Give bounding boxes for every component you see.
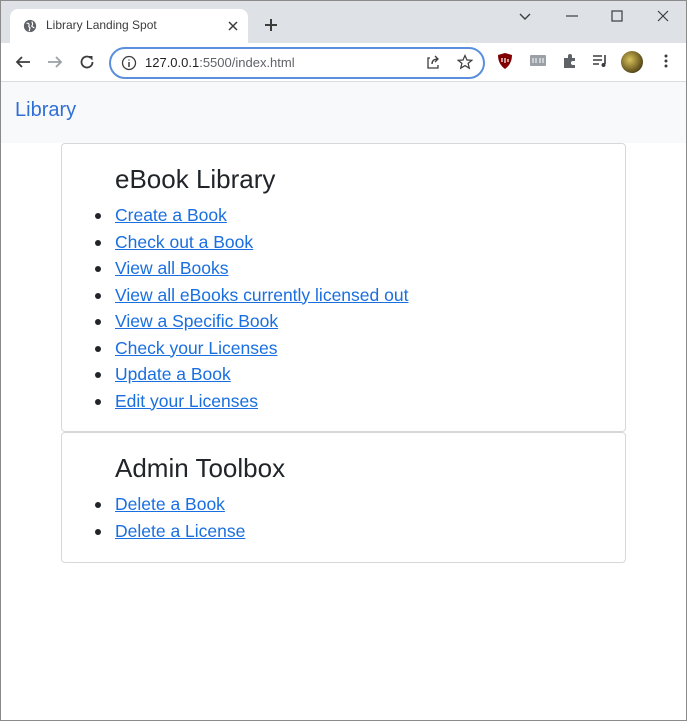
globe-icon xyxy=(23,19,37,33)
view-all-books-link[interactable]: View all Books xyxy=(115,258,229,278)
navbar-brand-link[interactable]: Library xyxy=(15,99,76,122)
list-item: Delete a Book xyxy=(94,493,245,520)
delete-book-link[interactable]: Delete a Book xyxy=(115,494,225,514)
admin-links-list: Delete a Book Delete a License xyxy=(94,493,245,547)
browser-window: Library Landing Spot 127.0.0.1:5500/inde… xyxy=(0,0,687,721)
url-host: 127.0.0.1 xyxy=(145,55,200,70)
list-item: Create a Book xyxy=(94,204,408,231)
close-tab-icon[interactable] xyxy=(226,19,240,33)
site-info-icon[interactable] xyxy=(121,55,137,71)
tab-strip: Library Landing Spot xyxy=(1,1,686,43)
admin-toolbox-card: Admin Toolbox Delete a Book Delete a Lic… xyxy=(61,432,626,563)
list-item: View all eBooks currently licensed out xyxy=(94,284,408,311)
list-item: View all Books xyxy=(94,257,408,284)
list-item: Delete a License xyxy=(94,520,245,547)
more-menu-icon[interactable] xyxy=(657,52,675,70)
forward-arrow-icon[interactable] xyxy=(46,53,64,71)
list-item: View a Specific Book xyxy=(94,310,408,337)
browser-tab[interactable]: Library Landing Spot xyxy=(10,9,248,43)
create-book-link[interactable]: Create a Book xyxy=(115,205,227,225)
check-out-book-link[interactable]: Check out a Book xyxy=(115,232,253,252)
list-item: Update a Book xyxy=(94,363,408,390)
check-licenses-link[interactable]: Check your Licenses xyxy=(115,338,277,358)
close-window-icon[interactable] xyxy=(654,7,672,25)
browser-toolbar: 127.0.0.1:5500/index.html xyxy=(1,43,686,82)
url-path: :5500/index.html xyxy=(199,55,295,70)
url-text: 127.0.0.1:5500/index.html xyxy=(145,55,295,70)
card-title: eBook Library xyxy=(115,164,276,194)
media-playlist-icon[interactable] xyxy=(591,52,609,70)
profile-avatar[interactable] xyxy=(621,51,643,73)
ebook-library-card: eBook Library Create a Book Check out a … xyxy=(61,143,626,432)
ublock-icon[interactable] xyxy=(496,52,514,70)
tab-search-chevron-icon[interactable] xyxy=(516,7,534,25)
edit-licenses-link[interactable]: Edit your Licenses xyxy=(115,391,258,411)
view-specific-book-link[interactable]: View a Specific Book xyxy=(115,311,278,331)
back-arrow-icon[interactable] xyxy=(14,53,32,71)
new-tab-icon[interactable] xyxy=(263,17,279,33)
update-book-link[interactable]: Update a Book xyxy=(115,364,231,384)
maximize-icon[interactable] xyxy=(608,7,626,25)
minimize-icon[interactable] xyxy=(563,7,581,25)
list-item: Edit your Licenses xyxy=(94,390,408,417)
list-item: Check your Licenses xyxy=(94,337,408,364)
extensions-puzzle-icon[interactable] xyxy=(561,52,579,70)
card-title: Admin Toolbox xyxy=(115,453,286,483)
address-bar[interactable]: 127.0.0.1:5500/index.html xyxy=(109,47,485,79)
tab-title: Library Landing Spot xyxy=(46,18,157,32)
list-item: Check out a Book xyxy=(94,231,408,258)
extension-dsp-icon[interactable] xyxy=(529,52,547,70)
share-icon[interactable] xyxy=(425,54,441,70)
view-licensed-ebooks-link[interactable]: View all eBooks currently licensed out xyxy=(115,285,408,305)
page-content: Library eBook Library Create a Book Chec… xyxy=(1,82,686,720)
reload-icon[interactable] xyxy=(78,53,96,71)
bookmark-star-icon[interactable] xyxy=(457,54,473,70)
site-navbar: Library xyxy=(1,82,686,143)
delete-license-link[interactable]: Delete a License xyxy=(115,521,245,541)
library-links-list: Create a Book Check out a Book View all … xyxy=(94,204,408,417)
